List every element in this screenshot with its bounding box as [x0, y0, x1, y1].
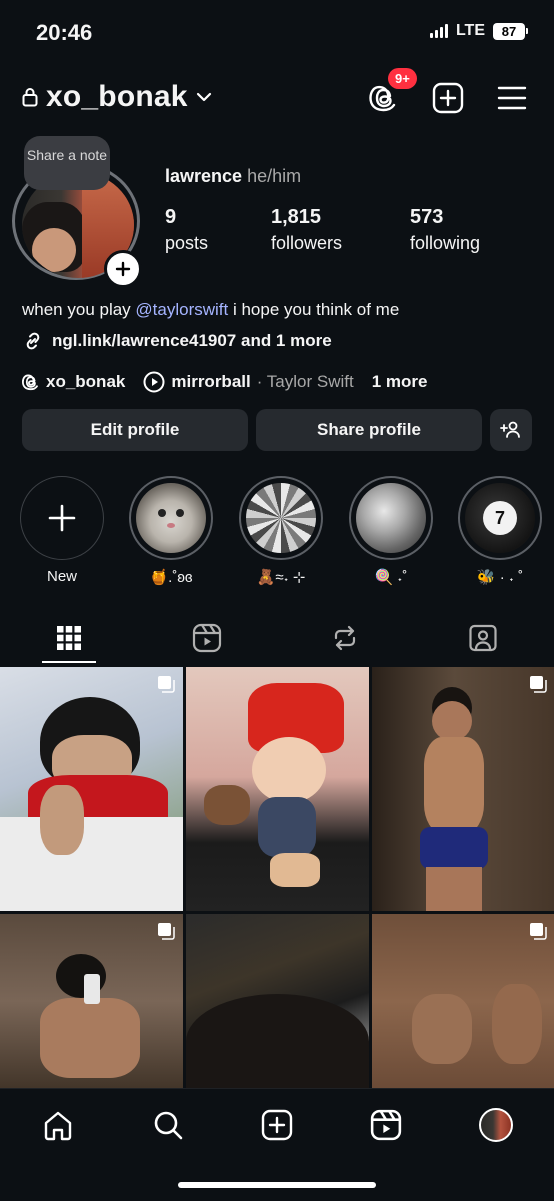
highlight-label: 🧸≈˖ ⊹: [256, 569, 306, 586]
following-count[interactable]: 573 following: [410, 206, 480, 254]
repost-icon: [334, 625, 356, 651]
bio-link[interactable]: ngl.link/lawrence41907 and 1 more: [22, 330, 332, 352]
stat-number: 9: [165, 206, 177, 228]
bio-link-text: ngl.link/lawrence41907 and 1 more: [52, 331, 332, 350]
carousel-icon: [158, 676, 175, 693]
threads-small-icon: [22, 374, 38, 391]
threads-profile-link[interactable]: xo_bonak: [22, 372, 125, 392]
nav-create[interactable]: [257, 1105, 297, 1145]
display-name-line: lawrence he/him: [165, 166, 301, 187]
header-actions: 9+: [364, 68, 532, 118]
tagged-person-icon: [469, 624, 497, 652]
song-artist: · Taylor Swift: [256, 372, 354, 391]
nav-search[interactable]: [148, 1105, 188, 1145]
share-profile-button[interactable]: Share profile: [256, 409, 482, 451]
plus-square-icon: [261, 1109, 293, 1141]
profile-avatar-small: [479, 1108, 513, 1142]
highlight-cover: 7: [465, 483, 535, 553]
lock-icon: [22, 88, 38, 107]
hamburger-menu-icon: [497, 86, 527, 110]
posts-count[interactable]: 9 posts: [165, 206, 208, 254]
bio-mention-link[interactable]: @taylorswift: [135, 300, 228, 319]
display-name: lawrence: [165, 166, 243, 186]
threads-button[interactable]: 9+: [364, 68, 417, 118]
highlight-cover: [356, 483, 426, 553]
profile-music[interactable]: mirrorball · Taylor Swift: [143, 371, 354, 393]
highlight-new[interactable]: New: [20, 476, 104, 585]
nav-home[interactable]: [38, 1105, 78, 1145]
post-thumbnail[interactable]: [372, 667, 554, 911]
stat-number: 573: [410, 206, 444, 228]
share-note-bubble[interactable]: Share a note: [24, 136, 110, 190]
highlight-cover: [136, 483, 206, 553]
tab-reposts[interactable]: [276, 612, 414, 664]
tab-posts-grid[interactable]: [0, 612, 138, 664]
network-label: LTE: [455, 22, 485, 39]
stat-label: following: [410, 233, 481, 253]
battery-level: 87: [493, 22, 525, 40]
song-title: mirrorball: [171, 372, 251, 391]
bio-prefix: when you play: [22, 300, 136, 319]
tab-tagged[interactable]: [414, 612, 552, 664]
highlight-label: 🍭 ˖˚: [374, 569, 408, 586]
threads-handle: xo_bonak: [46, 372, 126, 391]
create-button[interactable]: [428, 78, 468, 118]
plus-square-icon: [432, 82, 464, 114]
profile-extras-row: xo_bonak mirrorball · Taylor Swift 1 mor…: [22, 371, 427, 393]
bio-text: when you play @taylorswift i hope you th…: [22, 300, 399, 320]
nav-reels[interactable]: [366, 1105, 406, 1145]
carousel-icon: [158, 923, 175, 940]
bio-suffix: i hope you think of me: [228, 300, 400, 319]
post-thumbnail[interactable]: [186, 667, 369, 911]
post-thumbnail[interactable]: [372, 914, 554, 1089]
stat-number: 1,815: [271, 206, 322, 228]
profile-tabs: [0, 612, 554, 664]
stat-label: posts: [165, 233, 209, 253]
edit-profile-button[interactable]: Edit profile: [22, 409, 248, 451]
plus-icon: [48, 504, 76, 532]
reels-icon: [370, 1109, 402, 1141]
highlight-item[interactable]: 7 🐝 · ˖ ˚: [458, 476, 542, 586]
battery-icon: 87: [493, 22, 528, 40]
highlight-label: New: [46, 568, 77, 585]
highlight-cover: [246, 483, 316, 553]
highlight-item[interactable]: 🍯.˚ʚɞ: [129, 476, 213, 586]
carousel-icon: [530, 676, 547, 693]
carousel-icon: [530, 923, 547, 940]
highlight-label: 🍯.˚ʚɞ: [149, 569, 193, 586]
more-link[interactable]: 1 more: [372, 372, 428, 392]
add-person-icon: [500, 421, 520, 438]
nav-profile[interactable]: [476, 1105, 516, 1145]
grid-icon: [57, 626, 81, 650]
chevron-down-icon: [196, 92, 211, 102]
signal-icon: [429, 24, 448, 38]
followers-count[interactable]: 1,815 followers: [271, 206, 342, 254]
search-icon: [154, 1111, 183, 1140]
link-icon: [26, 332, 40, 350]
tab-reels[interactable]: [138, 612, 276, 664]
highlight-item[interactable]: 🧸≈˖ ⊹: [239, 476, 323, 586]
home-indicator: [178, 1182, 376, 1188]
plus-icon: [115, 261, 131, 277]
status-indicators: LTE 87: [429, 22, 528, 40]
stat-label: followers: [271, 233, 343, 253]
active-tab-indicator: [42, 661, 96, 663]
post-thumbnail[interactable]: [0, 667, 183, 911]
post-thumbnail[interactable]: [186, 914, 369, 1089]
reels-icon: [192, 623, 222, 653]
threads-badge: 9+: [388, 68, 417, 89]
profile-username: xo_bonak: [46, 80, 188, 113]
play-circle-icon: [143, 371, 165, 393]
highlight-label: 🐝 · ˖ ˚: [476, 569, 524, 586]
add-story-button[interactable]: [104, 250, 142, 288]
post-thumbnail[interactable]: [0, 914, 183, 1089]
home-icon: [44, 1111, 72, 1141]
menu-button[interactable]: [492, 78, 532, 118]
pronouns: he/him: [247, 166, 302, 186]
highlight-item[interactable]: 🍭 ˖˚: [349, 476, 433, 586]
discover-people-button[interactable]: [490, 409, 532, 451]
account-switcher[interactable]: xo_bonak: [22, 80, 212, 114]
status-time: 20:46: [36, 20, 93, 45]
